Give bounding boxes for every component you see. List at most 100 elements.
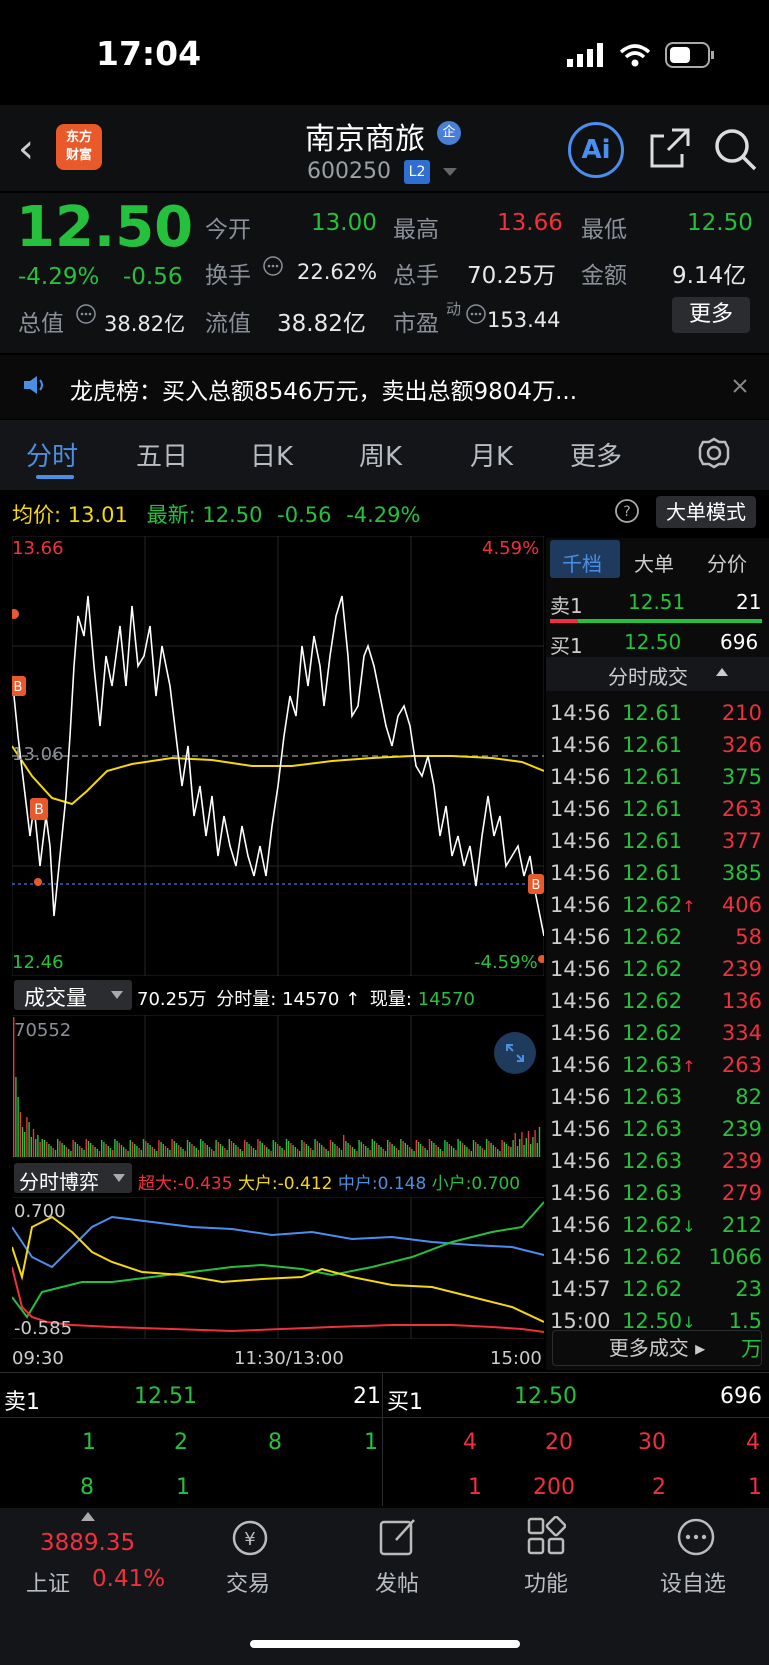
volume-bar [41, 1139, 43, 1157]
info-icon[interactable] [262, 255, 284, 277]
volume-bar [527, 1131, 530, 1157]
volume-bar [378, 1145, 380, 1157]
game-chart[interactable] [12, 1197, 544, 1339]
volume-bar [312, 1150, 314, 1157]
tab-function[interactable]: 功能 [524, 1566, 568, 1598]
change-pct: -4.29% [18, 264, 100, 290]
volume-bar [369, 1150, 371, 1157]
volume-bar [156, 1151, 158, 1157]
volume-bar [171, 1139, 173, 1157]
more-trades-button[interactable]: 更多成交 ▸ [552, 1330, 762, 1366]
volume-bar [193, 1146, 195, 1157]
volume-bar [204, 1143, 206, 1157]
home-indicator[interactable] [250, 1640, 520, 1648]
big-order-mode-button[interactable]: 大单模式 [656, 496, 756, 528]
volume-chart[interactable] [12, 1015, 544, 1157]
low-label: 最低 [581, 217, 627, 243]
volume-bar [455, 1150, 457, 1157]
tab-dadan[interactable]: 大单 [634, 548, 674, 577]
trade-row: 14:56 12.63 279 [550, 1181, 762, 1213]
search-icon[interactable] [712, 126, 758, 172]
level2-badge[interactable]: L2 [404, 160, 430, 184]
price-chart[interactable]: B B B [12, 536, 544, 976]
post-icon[interactable] [378, 1516, 418, 1558]
tab-post[interactable]: 发帖 [375, 1566, 419, 1598]
sort-up-icon[interactable] [716, 668, 728, 676]
pct-axis-bottom: -4.59% [474, 952, 538, 973]
expand-button[interactable] [494, 1032, 536, 1074]
index-value[interactable]: 3889.35 [40, 1530, 135, 1556]
svg-text:?: ? [623, 504, 630, 520]
watchlist-icon[interactable] [675, 1516, 717, 1558]
volume-bar [332, 1142, 334, 1157]
volume-bar [125, 1149, 127, 1157]
tab-qiandang[interactable]: 千档 [562, 548, 602, 577]
help-icon[interactable]: ? [614, 498, 640, 524]
volume-bar [270, 1151, 272, 1157]
high-value: 13.66 [497, 210, 563, 236]
volume-bar [131, 1142, 134, 1157]
volume-bar [189, 1142, 191, 1157]
volume-bar [120, 1145, 123, 1157]
volume-bar [314, 1139, 316, 1157]
trade-row: 14:56 12.62 239 [550, 957, 762, 989]
volume-bar [250, 1146, 252, 1157]
trade-vol: 375 [721, 765, 762, 789]
function-icon[interactable] [526, 1516, 566, 1556]
volume-bar [206, 1145, 208, 1157]
tab-trade[interactable]: 交易 [226, 1566, 270, 1598]
volume-bar [87, 1141, 90, 1157]
volume-bar [239, 1149, 241, 1157]
tab-intraday[interactable]: 分时 [26, 436, 78, 473]
ai-button[interactable]: Ai [568, 122, 624, 178]
amount-value: 9.14亿 [672, 263, 747, 289]
tab-daily-k[interactable]: 日K [250, 436, 293, 473]
volume-bar [514, 1133, 516, 1157]
info-icon[interactable] [465, 303, 487, 325]
buy1-vol: 696 [720, 630, 759, 654]
volume-bar [162, 1144, 164, 1157]
tab-watchlist[interactable]: 设自选 [660, 1566, 726, 1598]
trade-row: 14:56 12.61 326 [550, 733, 762, 765]
expand-up-icon[interactable] [81, 1512, 95, 1521]
volume-bar [54, 1150, 57, 1157]
volume-bar [24, 1132, 26, 1157]
news-text[interactable]: 龙虎榜：买入总额8546万元，卖出总额9804万... [70, 372, 577, 406]
status-time: 17:04 [96, 34, 202, 73]
tab-5day[interactable]: 五日 [136, 436, 188, 473]
trade-vol: 326 [721, 733, 762, 757]
trade-vol: 279 [721, 1181, 762, 1205]
tab-monthly-k[interactable]: 月K [470, 436, 513, 473]
tab-weekly-k[interactable]: 周K [359, 436, 402, 473]
more-button[interactable]: 更多 [672, 297, 750, 333]
volume-bar [200, 1139, 202, 1157]
volume-bar [490, 1143, 492, 1157]
game-selector[interactable]: 分时博弈 [14, 1163, 132, 1194]
volume-bar [70, 1151, 72, 1157]
volume-bar [391, 1144, 393, 1157]
trade-icon[interactable]: ¥ [228, 1518, 272, 1558]
tab-more[interactable]: 更多 [570, 436, 622, 473]
volume-bar [292, 1145, 294, 1157]
gear-icon[interactable] [697, 436, 731, 470]
volume-bar [94, 1147, 96, 1157]
tab-fenjia[interactable]: 分价 [707, 548, 747, 577]
index-pct[interactable]: 0.41% [92, 1566, 165, 1592]
back-icon[interactable]: ‹ [18, 126, 34, 172]
volume-selector[interactable]: 成交量 [14, 980, 132, 1010]
volume-bar [57, 1139, 59, 1157]
index-name[interactable]: 上证 [26, 1566, 70, 1598]
volume-bar [197, 1150, 200, 1157]
volume-bar [486, 1139, 488, 1157]
volume-bar [213, 1151, 215, 1157]
dropdown-icon[interactable] [443, 168, 457, 178]
volume-bar [406, 1145, 409, 1157]
info-icon[interactable] [75, 303, 97, 325]
close-icon[interactable] [732, 378, 748, 394]
prev-close-label: 13.06 [12, 744, 64, 765]
trade-price: 12.63 [622, 1149, 683, 1173]
signal-icon [567, 43, 603, 67]
volume-bar [208, 1147, 211, 1157]
trade-price: 12.61 [622, 765, 683, 789]
share-icon[interactable] [648, 126, 692, 170]
